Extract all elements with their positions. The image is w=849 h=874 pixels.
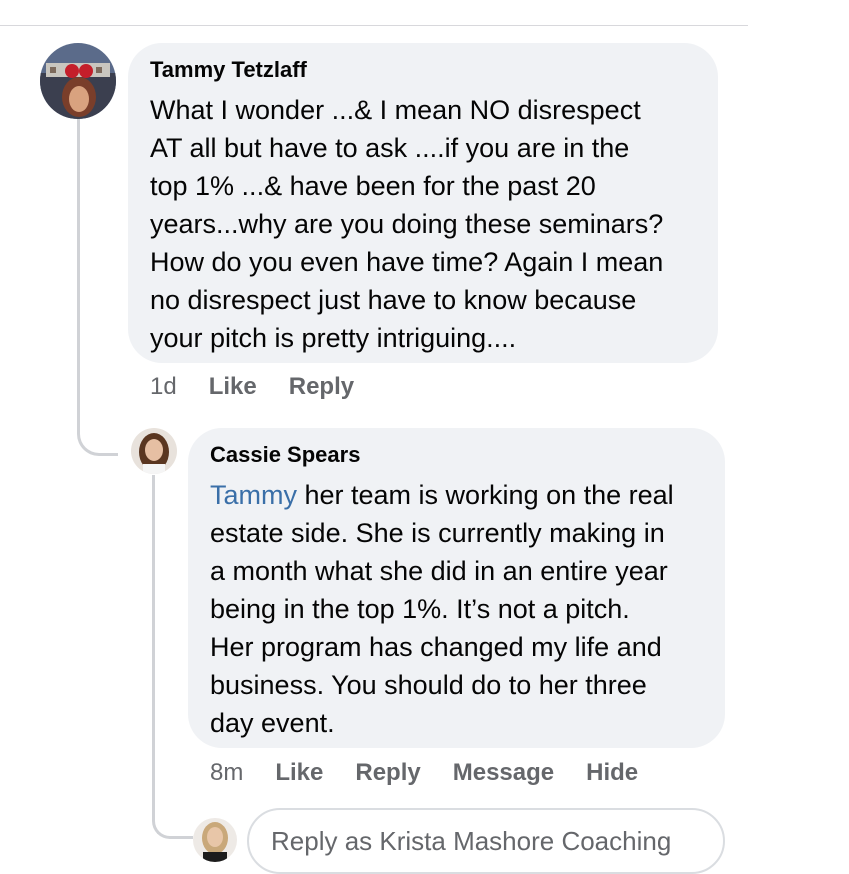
thread-connector-2 xyxy=(152,790,193,839)
reply-composer-input[interactable]: Reply as Krista Mashore Coaching xyxy=(247,808,725,874)
reply-line: estate side. She is currently making in xyxy=(210,518,665,548)
comment-author[interactable]: Tammy Tetzlaff xyxy=(150,57,694,83)
avatar-tammy-image xyxy=(40,43,116,119)
reply-author[interactable]: Cassie Spears xyxy=(210,442,703,468)
thread-connector-2-vertical xyxy=(152,475,155,805)
reply-button[interactable]: Reply xyxy=(355,759,420,787)
like-button[interactable]: Like xyxy=(209,373,257,401)
message-button[interactable]: Message xyxy=(453,759,554,787)
reply-line: Her program has changed my life and xyxy=(210,632,662,662)
comment-line: your pitch is pretty intriguing.... xyxy=(150,323,517,353)
top-divider xyxy=(0,25,748,26)
reply-line: day event. xyxy=(210,708,335,738)
reply-button[interactable]: Reply xyxy=(289,373,354,401)
reply-line: her team is working on the real xyxy=(297,480,674,510)
hide-button[interactable]: Hide xyxy=(586,759,638,787)
thread-connector-1 xyxy=(77,118,118,456)
comment-line: years...why are you doing these seminars… xyxy=(150,209,664,239)
reply-line: business. You should do to her three xyxy=(210,670,647,700)
comment-line: How do you even have time? Again I mean xyxy=(150,247,664,277)
avatar-krista-image xyxy=(193,818,237,862)
comment-bubble-cassie: Cassie Spears Tammy her team is working … xyxy=(188,428,725,748)
comment-actions-tammy: 1d Like Reply xyxy=(150,372,354,402)
comment-line: AT all but have to ask ....if you are in… xyxy=(150,133,630,163)
avatar-cassie-image xyxy=(131,428,177,474)
comment-timestamp[interactable]: 1d xyxy=(150,373,177,401)
reply-timestamp[interactable]: 8m xyxy=(210,759,243,787)
comment-line: What I wonder ...& I mean NO disrespect xyxy=(150,95,641,125)
reply-line: being in the top 1%. It’s not a pitch. xyxy=(210,594,630,624)
reply-actions-cassie: 8m Like Reply Message Hide xyxy=(210,758,638,788)
comment-bubble-tammy: Tammy Tetzlaff What I wonder ...& I mean… xyxy=(128,43,718,363)
avatar-tammy[interactable] xyxy=(40,43,116,119)
avatar-cassie[interactable] xyxy=(131,428,177,474)
comment-line: top 1% ...& have been for the past 20 xyxy=(150,171,596,201)
comment-line: no disrespect just have to know because xyxy=(150,285,637,315)
avatar-krista xyxy=(193,818,237,862)
reply-line: a month what she did in an entire year xyxy=(210,556,668,586)
like-button[interactable]: Like xyxy=(275,759,323,787)
mention-link[interactable]: Tammy xyxy=(210,480,297,510)
reply-text: Tammy her team is working on the real es… xyxy=(210,476,703,742)
comment-text: What I wonder ...& I mean NO disrespect … xyxy=(150,91,694,357)
